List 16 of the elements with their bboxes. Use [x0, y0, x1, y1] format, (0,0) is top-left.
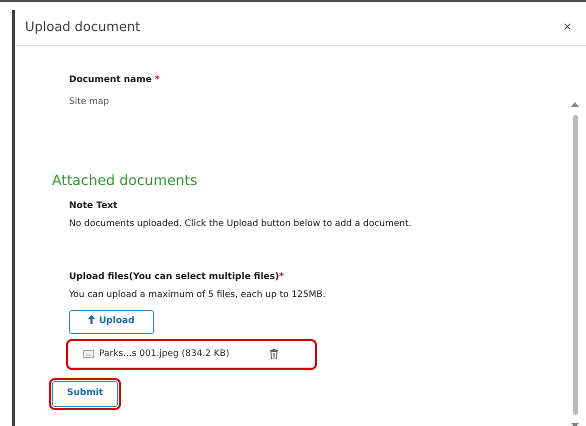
upload-hint: You can upload a maximum of 5 files, each up to 125MB.: [69, 288, 326, 302]
field-value: Site map: [69, 96, 110, 108]
close-button[interactable]: ×: [560, 19, 574, 36]
image-file-icon: [83, 350, 94, 358]
note-text: No documents uploaded. Click the Upload button below to add a document.: [69, 218, 412, 230]
dialog-title: Upload document: [25, 18, 140, 37]
note-label: Note Text: [69, 200, 118, 213]
section-heading: Attached documents: [52, 172, 198, 191]
scroll-up-icon[interactable]: [571, 102, 579, 107]
arrow-up-icon: [88, 315, 95, 324]
trash-icon[interactable]: [270, 349, 278, 360]
upload-button[interactable]: Upload: [69, 310, 154, 334]
field-label: Document name *: [69, 74, 161, 87]
file-name: Parks...s 001.jpeg (834.2 KB): [99, 348, 230, 360]
scrollbar-thumb[interactable]: [572, 115, 578, 415]
upload-label: Upload files(You can select multiple files)*: [69, 271, 285, 284]
